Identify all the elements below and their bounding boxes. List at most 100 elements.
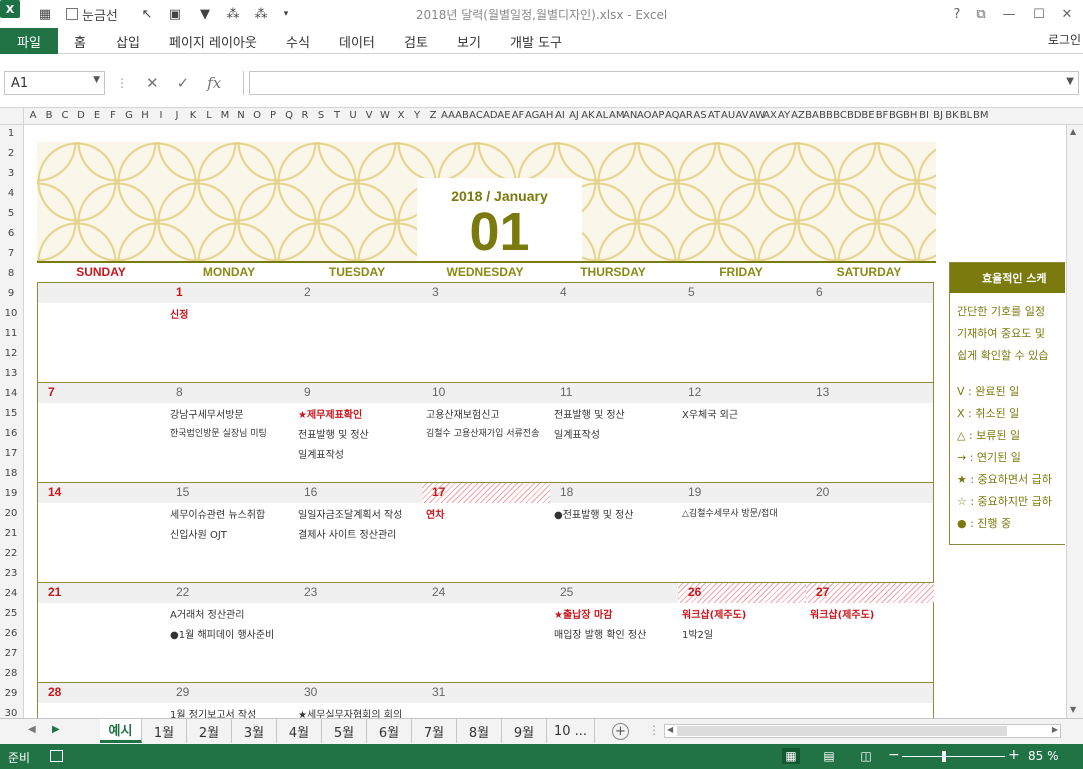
sheet-tab[interactable]: 8월 xyxy=(457,719,502,743)
day-cell[interactable]: 26 워크샵(제주도) 1박2일 xyxy=(678,583,806,681)
column-header[interactable]: R xyxy=(297,110,313,121)
day-cell[interactable]: 14 xyxy=(38,483,166,581)
sheet-tab[interactable]: 1월 xyxy=(142,719,187,743)
row-header[interactable]: 28 xyxy=(0,668,22,679)
column-header[interactable]: BM xyxy=(973,110,989,121)
row-header[interactable]: 27 xyxy=(0,648,22,659)
column-header[interactable]: BG xyxy=(889,110,903,121)
tab-insert[interactable]: 삽입 xyxy=(116,28,140,54)
column-header[interactable]: AM xyxy=(609,110,624,121)
column-header[interactable]: BC xyxy=(833,110,847,121)
day-cell[interactable]: 22 A거래처 정산관리 ●1월 해피데이 행사준비 xyxy=(166,583,294,681)
column-header[interactable]: AV xyxy=(735,110,749,121)
tab-data[interactable]: 데이터 xyxy=(339,28,375,54)
day-cell[interactable] xyxy=(38,283,166,381)
column-header[interactable]: BJ xyxy=(931,110,945,121)
tab-developer[interactable]: 개발 도구 xyxy=(510,28,562,54)
normal-view-icon[interactable]: ▦ xyxy=(782,748,800,764)
column-header[interactable]: BD xyxy=(847,110,862,121)
day-cell[interactable]: 24 xyxy=(422,583,550,681)
column-header[interactable]: AP xyxy=(651,110,665,121)
column-header[interactable]: AH xyxy=(539,110,553,121)
day-cell[interactable]: 27 워크샵(제주도) xyxy=(806,583,934,681)
row-header[interactable]: 6 xyxy=(0,228,22,239)
column-header[interactable]: M xyxy=(217,110,233,121)
column-header[interactable]: W xyxy=(377,110,393,121)
column-header[interactable]: BA xyxy=(805,110,819,121)
row-header[interactable]: 4 xyxy=(0,188,22,199)
add-sheet-button[interactable]: + xyxy=(612,723,629,740)
zoom-slider[interactable] xyxy=(902,756,1005,757)
row-header[interactable]: 23 xyxy=(0,568,22,579)
column-header[interactable]: S xyxy=(313,110,329,121)
column-header[interactable]: Y xyxy=(409,110,425,121)
select-all-corner[interactable] xyxy=(0,108,24,124)
filter-icon[interactable]: ▼ xyxy=(194,4,216,24)
day-cell[interactable] xyxy=(806,683,934,718)
scroll-right-icon[interactable]: ▶ xyxy=(1052,725,1058,734)
day-cell[interactable]: 30 ★세무실무자협회의 회의 xyxy=(294,683,422,718)
zoom-level[interactable]: 85 % xyxy=(1028,749,1059,763)
day-cell[interactable]: 10 고용산재보험신고 김철수 고용산재가입 서류전송 xyxy=(422,383,550,481)
column-header[interactable]: AI xyxy=(553,110,567,121)
maximize-icon[interactable]: ☐ xyxy=(1026,4,1052,24)
sheet-tab[interactable]: 5월 xyxy=(322,719,367,743)
horizontal-scrollbar[interactable]: ◀ ▶ xyxy=(664,724,1061,738)
column-header[interactable]: U xyxy=(345,110,361,121)
day-cell[interactable]: 13 xyxy=(806,383,934,481)
day-cell[interactable]: 28 xyxy=(38,683,166,718)
cancel-icon[interactable]: ✕ xyxy=(146,74,159,92)
row-header[interactable]: 21 xyxy=(0,528,22,539)
column-header[interactable]: AZ xyxy=(791,110,805,121)
column-header[interactable]: AB xyxy=(455,110,469,121)
day-cell[interactable]: 19 △김철수세무사 방문/접대 xyxy=(678,483,806,581)
day-cell[interactable]: 5 xyxy=(678,283,806,381)
sheet-tab[interactable]: 9월 xyxy=(502,719,547,743)
column-header[interactable]: AG xyxy=(525,110,539,121)
column-header[interactable]: N xyxy=(233,110,249,121)
day-cell[interactable]: 31 xyxy=(422,683,550,718)
select-pointer-icon[interactable]: ↖ xyxy=(138,4,156,24)
column-header[interactable]: AO xyxy=(637,110,652,121)
column-header[interactable]: G xyxy=(121,110,137,121)
column-header[interactable]: B xyxy=(41,110,57,121)
row-header[interactable]: 15 xyxy=(0,408,22,419)
column-header[interactable]: BI xyxy=(917,110,931,121)
day-cell[interactable]: 6 xyxy=(806,283,934,381)
expand-formula-icon[interactable]: ▼ xyxy=(1066,76,1074,87)
page-break-view-icon[interactable]: ◫ xyxy=(857,748,875,764)
column-header[interactable]: AL xyxy=(595,110,609,121)
column-header[interactable]: E xyxy=(89,110,105,121)
column-header[interactable]: BK xyxy=(945,110,959,121)
ribbon-display-icon[interactable]: ⧉ xyxy=(968,4,994,24)
day-cell[interactable]: 8 강남구세무서방문 한국법인방문 실장님 미팅 xyxy=(166,383,294,481)
tab-page-layout[interactable]: 페이지 레이아웃 xyxy=(169,28,257,54)
column-header[interactable]: AR xyxy=(679,110,693,121)
scroll-left-icon[interactable]: ◀ xyxy=(667,725,673,734)
name-box[interactable]: A1 ▼ xyxy=(4,71,105,95)
tab-view[interactable]: 보기 xyxy=(457,28,481,54)
row-header[interactable]: 13 xyxy=(0,368,22,379)
column-header[interactable]: BF xyxy=(875,110,889,121)
row-header[interactable]: 20 xyxy=(0,508,22,519)
row-header[interactable]: 19 xyxy=(0,488,22,499)
signin-link[interactable]: 로그인 xyxy=(1048,31,1081,48)
gridlines-checkbox[interactable] xyxy=(66,8,78,20)
scroll-up-icon[interactable]: ▲ xyxy=(1070,127,1076,136)
formula-bar-grip[interactable]: ⋮ xyxy=(116,76,128,90)
row-header[interactable]: 25 xyxy=(0,608,22,619)
tab-split-grip[interactable]: ⋮ xyxy=(648,723,660,737)
day-cell[interactable]: 1 신정 xyxy=(166,283,294,381)
column-header[interactable]: AJ xyxy=(567,110,581,121)
row-header[interactable]: 11 xyxy=(0,328,22,339)
row-header[interactable]: 5 xyxy=(0,208,22,219)
sheet-tab[interactable]: 예시 xyxy=(100,719,142,743)
column-header[interactable]: AE xyxy=(497,110,511,121)
scroll-down-icon[interactable]: ▼ xyxy=(1070,705,1076,714)
column-header[interactable]: AA xyxy=(441,110,455,121)
day-cell[interactable]: 29 1월 정기보고서 작성 xyxy=(166,683,294,718)
row-header[interactable]: 29 xyxy=(0,688,22,699)
column-header[interactable]: V xyxy=(361,110,377,121)
column-header[interactable]: T xyxy=(329,110,345,121)
day-cell[interactable]: 15 세무이슈관련 뉴스취합 신입사원 OJT xyxy=(166,483,294,581)
